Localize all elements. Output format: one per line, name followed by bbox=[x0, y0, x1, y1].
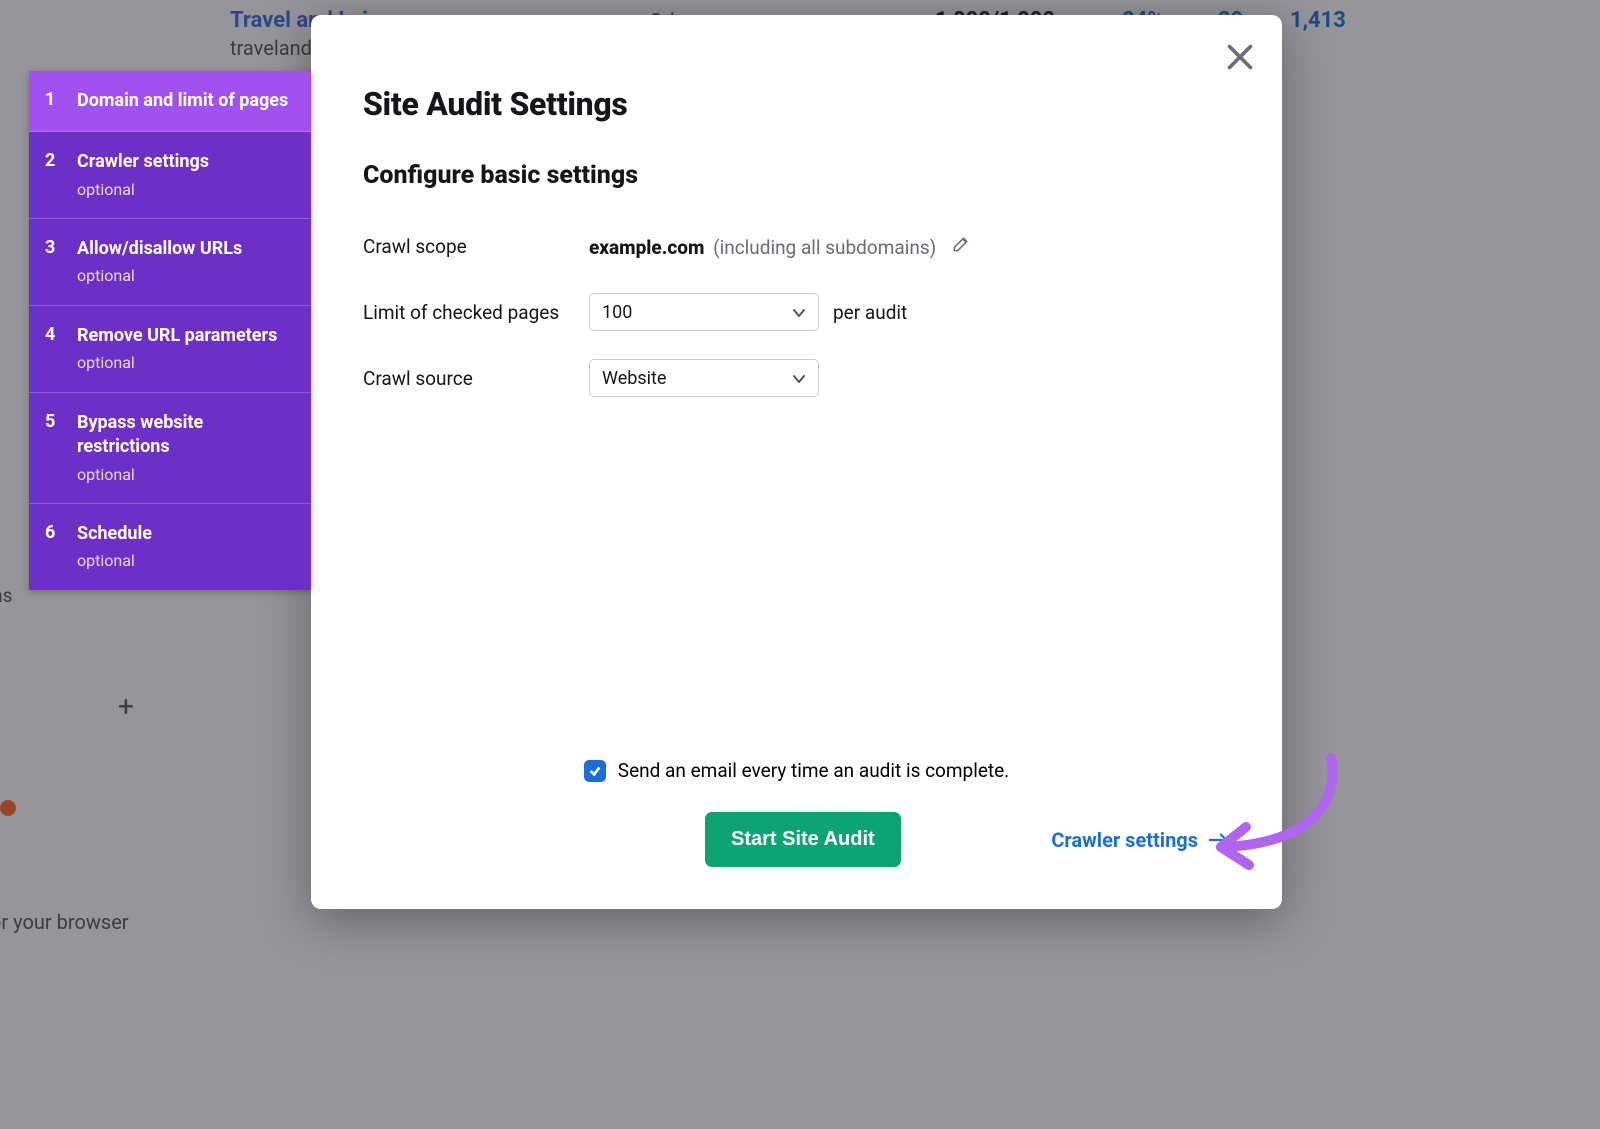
wizard-step-domain-limit[interactable]: 1 Domain and limit of pages bbox=[29, 71, 311, 132]
step-label: Domain and limit of pages bbox=[77, 89, 288, 113]
step-optional: optional bbox=[77, 265, 242, 287]
crawl-scope-value: example.com (including all subdomains) bbox=[589, 234, 971, 259]
source-select[interactable]: Website bbox=[589, 359, 819, 397]
step-optional: optional bbox=[77, 464, 293, 486]
limit-select[interactable]: 100 bbox=[589, 293, 819, 331]
step-label: Remove URL parameters bbox=[77, 325, 277, 346]
step-number: 4 bbox=[45, 324, 59, 374]
modal-subtitle: Configure basic settings bbox=[363, 161, 1230, 190]
step-number: 1 bbox=[45, 89, 59, 113]
limit-select-value: 100 bbox=[602, 302, 632, 323]
crawler-settings-link-label: Crawler settings bbox=[1051, 828, 1198, 852]
site-audit-settings-modal: Site Audit Settings Configure basic sett… bbox=[311, 15, 1282, 909]
step-optional: optional bbox=[77, 550, 152, 572]
source-select-value: Website bbox=[602, 368, 666, 389]
pencil-icon bbox=[951, 234, 971, 254]
close-button[interactable] bbox=[1222, 39, 1258, 75]
email-notify-row: Send an email every time an audit is com… bbox=[363, 759, 1230, 782]
modal-footer: Send an email every time an audit is com… bbox=[363, 759, 1230, 867]
step-number: 6 bbox=[45, 522, 59, 572]
step-number: 2 bbox=[45, 150, 59, 200]
chevron-down-icon bbox=[792, 302, 806, 323]
settings-form: Crawl scope example.com (including all s… bbox=[363, 224, 1230, 400]
modal-title: Site Audit Settings bbox=[363, 85, 1230, 123]
row-source: Crawl source Website bbox=[363, 356, 1230, 400]
start-site-audit-button[interactable]: Start Site Audit bbox=[705, 812, 901, 867]
email-notify-checkbox[interactable] bbox=[584, 760, 606, 782]
wizard-step-allow-disallow[interactable]: 3 Allow/disallow URLs optional bbox=[29, 219, 311, 306]
step-number: 3 bbox=[45, 237, 59, 287]
step-optional: optional bbox=[77, 179, 209, 201]
step-label: Allow/disallow URLs bbox=[77, 238, 242, 259]
chevron-down-icon bbox=[792, 368, 806, 389]
wizard-step-crawler-settings[interactable]: 2 Crawler settings optional bbox=[29, 132, 311, 219]
per-audit-label: per audit bbox=[833, 301, 907, 324]
step-number: 5 bbox=[45, 411, 59, 485]
label-source: Crawl source bbox=[363, 367, 589, 390]
email-notify-label: Send an email every time an audit is com… bbox=[618, 759, 1009, 782]
crawl-scope-note: (including all subdomains) bbox=[713, 236, 936, 259]
arrow-right-icon bbox=[1208, 831, 1230, 849]
wizard-step-bypass-restrictions[interactable]: 5 Bypass website restrictions optional bbox=[29, 393, 311, 504]
step-label: Crawler settings bbox=[77, 151, 209, 172]
row-crawl-scope: Crawl scope example.com (including all s… bbox=[363, 224, 1230, 268]
wizard-step-schedule[interactable]: 6 Schedule optional bbox=[29, 504, 311, 590]
step-label: Schedule bbox=[77, 523, 152, 544]
label-limit: Limit of checked pages bbox=[363, 301, 589, 324]
check-icon bbox=[588, 764, 602, 778]
crawler-settings-link[interactable]: Crawler settings bbox=[1051, 828, 1230, 852]
crawl-scope-domain: example.com bbox=[589, 236, 704, 259]
step-label: Bypass website restrictions bbox=[77, 412, 203, 457]
step-optional: optional bbox=[77, 352, 277, 374]
edit-crawl-scope-button[interactable] bbox=[951, 234, 971, 254]
row-limit: Limit of checked pages 100 per audit bbox=[363, 290, 1230, 334]
close-icon bbox=[1222, 39, 1258, 75]
wizard-steps: 1 Domain and limit of pages 2 Crawler se… bbox=[29, 71, 311, 590]
label-crawl-scope: Crawl scope bbox=[363, 235, 589, 258]
wizard-step-remove-url-params[interactable]: 4 Remove URL parameters optional bbox=[29, 306, 311, 393]
modal-actions: Start Site Audit Crawler settings bbox=[363, 812, 1230, 867]
